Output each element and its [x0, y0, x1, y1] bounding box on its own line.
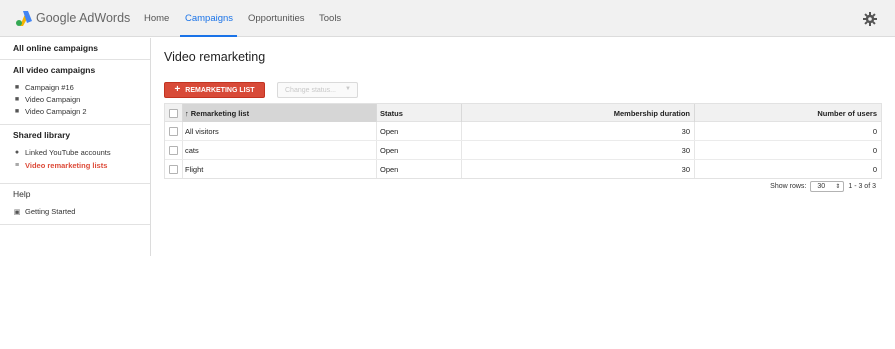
column-divider — [376, 122, 377, 140]
row-membership-duration[interactable]: 30 — [682, 122, 690, 140]
nav-campaigns[interactable]: Campaigns — [185, 13, 233, 24]
column-divider — [376, 141, 377, 159]
change-status-dropdown[interactable]: Change status... ▼ — [277, 82, 358, 98]
sort-arrow-icon: ↑ — [185, 108, 189, 118]
column-divider — [461, 141, 462, 159]
plus-icon: + — [174, 84, 181, 95]
person-icon: ● — [14, 149, 20, 156]
nav-active-indicator — [180, 35, 237, 37]
stepper-arrows-icon: ⇕ — [835, 183, 841, 190]
row-checkbox-cell — [168, 141, 178, 159]
folder-icon: ■ — [14, 96, 20, 103]
row-checkbox[interactable] — [168, 126, 178, 136]
gear-icon[interactable] — [862, 11, 878, 27]
column-header-membership-duration[interactable]: Membership duration — [614, 104, 690, 122]
table-row: All visitors Open 30 0 — [164, 122, 882, 141]
row-membership-duration[interactable]: 30 — [682, 160, 690, 178]
nav-opportunities[interactable]: Opportunities — [248, 13, 305, 24]
sidebar-item-all-video-campaigns[interactable]: All video campaigns — [13, 65, 95, 75]
column-divider — [182, 104, 183, 122]
row-list-name[interactable]: All visitors — [185, 122, 219, 140]
sidebar-shared-library-heading: Shared library — [13, 130, 71, 140]
sidebar-item-label: Video remarketing lists — [25, 161, 108, 170]
row-checkbox[interactable] — [168, 164, 178, 174]
column-divider — [694, 104, 695, 122]
help-icon: ▣ — [13, 208, 21, 216]
row-number-of-users: 0 — [872, 126, 877, 136]
folder-icon: ■ — [14, 108, 20, 115]
pagination: Show rows: 30 ⇕ 1 - 3 of 3 — [770, 180, 876, 192]
sidebar: All online campaigns All video campaigns… — [0, 38, 151, 256]
column-header-number-of-users[interactable]: Number of users — [817, 104, 877, 122]
sidebar-item-label: Campaign #16 — [25, 83, 74, 92]
column-divider — [694, 160, 695, 178]
sidebar-item-all-online-campaigns[interactable]: All online campaigns — [13, 43, 98, 53]
row-status[interactable]: Open — [380, 122, 398, 140]
sidebar-item-getting-started[interactable]: ▣ Getting Started — [13, 207, 76, 216]
sidebar-item-label: Getting Started — [25, 207, 76, 216]
sidebar-help-heading: Help — [13, 189, 31, 199]
nav-tools[interactable]: Tools — [319, 13, 341, 24]
row-status[interactable]: Open — [380, 141, 398, 159]
column-divider — [182, 141, 183, 159]
list-icon: ≡ — [14, 162, 20, 169]
page-range: 1 - 3 of 3 — [848, 182, 876, 190]
row-status[interactable]: Open — [380, 160, 398, 178]
column-header-remarketing-list[interactable]: ↑ Remarketing list — [185, 104, 249, 122]
row-number-of-users: 0 — [872, 164, 877, 174]
sidebar-item-label: Linked YouTube accounts — [25, 148, 111, 157]
select-all-checkbox[interactable] — [168, 108, 178, 118]
column-header-label: Remarketing list — [190, 108, 250, 118]
sidebar-item-label: Video Campaign 2 — [25, 107, 87, 116]
row-checkbox[interactable] — [168, 145, 178, 155]
row-checkbox-cell — [168, 122, 178, 140]
column-divider — [461, 160, 462, 178]
page-title: Video remarketing — [164, 50, 266, 64]
column-divider — [182, 160, 183, 178]
change-status-label: Change status... — [285, 86, 336, 94]
table-row: cats Open 30 0 — [164, 141, 882, 160]
sidebar-section-help: Help ▣ Getting Started — [0, 184, 150, 225]
sidebar-section-video: All video campaigns ■ Campaign #16 ■ Vid… — [0, 60, 150, 125]
show-rows-label: Show rows: — [770, 182, 807, 190]
brand-name[interactable]: Google AdWords — [36, 11, 130, 25]
row-membership-duration[interactable]: 30 — [682, 141, 690, 159]
nav-home[interactable]: Home — [144, 13, 169, 24]
column-divider — [461, 122, 462, 140]
column-divider — [376, 160, 377, 178]
sidebar-item-campaign[interactable]: ■ Video Campaign 2 — [13, 107, 87, 116]
sidebar-section-shared-library: Shared library ● Linked YouTube accounts… — [0, 125, 150, 184]
row-checkbox-cell — [168, 160, 178, 178]
column-divider — [694, 122, 695, 140]
add-remarketing-list-button[interactable]: + REMARKETING LIST — [164, 82, 265, 98]
sidebar-item-label: Video Campaign — [25, 95, 81, 104]
row-number-of-users: 0 — [872, 145, 877, 155]
add-button-label: REMARKETING LIST — [185, 86, 255, 94]
folder-icon: ■ — [14, 84, 20, 91]
sidebar-item-campaign[interactable]: ■ Video Campaign — [13, 95, 80, 104]
table-header-row: ↑ Remarketing list Status Membership dur… — [164, 103, 882, 122]
chevron-down-icon: ▼ — [345, 86, 351, 92]
select-all-cell — [168, 104, 178, 122]
column-divider — [182, 122, 183, 140]
sidebar-item-linked-youtube[interactable]: ● Linked YouTube accounts — [13, 148, 111, 157]
adwords-logo-icon[interactable] — [15, 9, 33, 27]
sidebar-item-campaign[interactable]: ■ Campaign #16 — [13, 83, 74, 92]
column-divider — [376, 104, 377, 122]
top-header: Google AdWords Home Campaigns Opportunit… — [0, 0, 895, 37]
rows-per-page-value: 30 — [817, 182, 826, 190]
row-list-name[interactable]: Flight — [185, 160, 203, 178]
column-header-status[interactable]: Status — [380, 104, 403, 122]
table-row: Flight Open 30 0 — [164, 160, 882, 179]
sidebar-item-video-remarketing-lists[interactable]: ≡ Video remarketing lists — [13, 161, 107, 170]
row-list-name[interactable]: cats — [185, 141, 199, 159]
rows-per-page-select[interactable]: 30 ⇕ — [810, 180, 845, 192]
sidebar-section-online: All online campaigns — [0, 38, 150, 60]
column-divider — [694, 141, 695, 159]
column-divider — [461, 104, 462, 122]
